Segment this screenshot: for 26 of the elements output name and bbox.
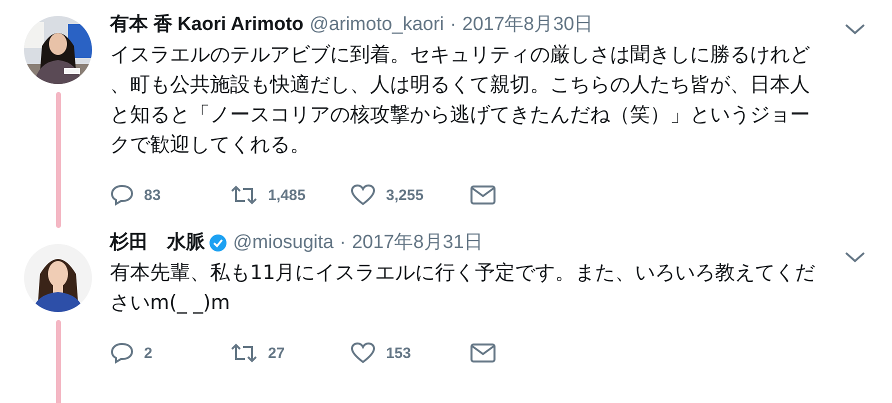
- reply-icon[interactable]: [110, 184, 134, 206]
- mail-icon[interactable]: [470, 343, 496, 363]
- chevron-down-icon[interactable]: [844, 22, 866, 36]
- tweet-text: 有本先輩、私も11月にイスラエルに行く予定です。また、いろいろ教えてくださいm(_ _)m: [110, 260, 816, 316]
- tweet-date[interactable]: 2017年8月30日: [462, 12, 594, 38]
- tweet-date[interactable]: 2017年8月31日: [352, 230, 483, 256]
- user-handle[interactable]: @arimoto_kaori: [310, 12, 444, 38]
- like-count: 153: [386, 344, 412, 362]
- separator-dot: ·: [340, 231, 346, 255]
- reply-count: 2: [144, 344, 152, 362]
- reply-count: 83: [144, 186, 161, 204]
- heart-icon[interactable]: [350, 184, 376, 206]
- reply-icon[interactable]: [110, 342, 134, 364]
- user-handle[interactable]: @miosugita: [233, 230, 334, 256]
- mail-icon[interactable]: [470, 185, 496, 205]
- retweet-count: 27: [268, 344, 285, 362]
- like-count: 3,255: [386, 186, 424, 204]
- display-name[interactable]: 有本 香 Kaori Arimoto: [110, 12, 304, 38]
- retweet-count: 1,485: [268, 186, 306, 204]
- retweet-icon[interactable]: [230, 184, 258, 206]
- chevron-down-icon[interactable]: [844, 250, 866, 264]
- display-name[interactable]: 杉田 水脈: [110, 230, 205, 256]
- separator-dot: ·: [450, 13, 456, 37]
- retweet-icon[interactable]: [230, 342, 258, 364]
- heart-icon[interactable]: [350, 342, 376, 364]
- tweet-text: イスラエルのテルアビブに到着。セキュリティの厳しさは聞きしに勝るけれど、町も公共施設も快適だし、人は明るくて親切。こちらの人たち皆が、日本人と知ると「ノースコリアの核攻撃から逃げてきたんだね（笑）」というジョークで歓迎してくれる。: [110, 42, 811, 158]
